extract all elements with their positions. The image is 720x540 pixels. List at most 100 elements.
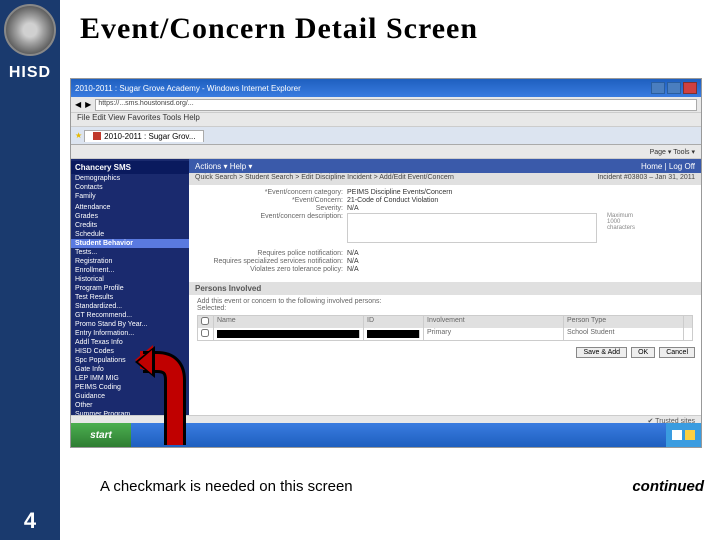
table-row[interactable]: Primary School Student (198, 328, 692, 340)
persons-instruction: Add this event or concern to the followi… (197, 298, 693, 305)
sidebar-item[interactable]: Entry Information... (71, 329, 189, 338)
sidebar-item[interactable]: PEIMS Coding (71, 383, 189, 392)
sidebar-item[interactable]: Promo Stand By Year... (71, 320, 189, 329)
start-button[interactable]: start (71, 423, 131, 447)
nav-fwd-icon[interactable]: ▶ (85, 100, 91, 109)
col-involvement: Involvement (424, 316, 564, 328)
slide-title: Event/Concern Detail Screen (80, 12, 700, 46)
nav-back-icon[interactable]: ◀ (75, 100, 81, 109)
sidebar-item[interactable]: Schedule (71, 230, 189, 239)
tray-icon[interactable] (672, 430, 682, 440)
select-all-checkbox[interactable] (201, 317, 209, 325)
tab-favicon-icon (93, 132, 101, 140)
sidebar-header: Chancery SMS (71, 161, 189, 174)
actions-menu[interactable]: Actions ▾ Help ▾ (195, 162, 252, 171)
cell-involvement: Primary (424, 328, 564, 340)
cell-type: School Student (564, 328, 684, 340)
sidebar-item[interactable]: Guidance (71, 392, 189, 401)
field-label: Requires specialized services notificati… (197, 258, 347, 265)
sidebar-item[interactable]: Spc Populations (71, 356, 189, 365)
row-checkbox[interactable] (201, 329, 209, 337)
continued-label: continued (632, 478, 704, 495)
window-title-text: 2010-2011 : Sugar Grove Academy - Window… (75, 84, 301, 93)
field-label: *Event/Concern: (197, 197, 347, 204)
org-label: HISD (0, 64, 60, 82)
sidebar-item[interactable]: Attendance (71, 203, 189, 212)
sidebar-item[interactable]: Registration (71, 257, 189, 266)
sidebar-item[interactable]: Tests... (71, 248, 189, 257)
page-tools[interactable]: Page ▾ Tools ▾ (650, 148, 695, 156)
maximize-button[interactable] (667, 82, 681, 94)
app-toolbar: Actions ▾ Help ▾ Home | Log Off (189, 159, 701, 173)
persons-header: Persons Involved (189, 282, 701, 295)
description-textarea[interactable] (347, 213, 597, 243)
minimize-button[interactable] (651, 82, 665, 94)
table-header: Name ID Involvement Person Type (198, 316, 692, 328)
breadcrumb[interactable]: Quick Search > Student Search > Edit Dis… (195, 174, 454, 184)
field-value: N/A (347, 266, 359, 273)
home-logoff[interactable]: Home | Log Off (641, 162, 695, 171)
sidebar-item[interactable]: Addl Texas Info (71, 338, 189, 347)
slide-sidebar: HISD 4 (0, 0, 60, 540)
col-type: Person Type (564, 316, 684, 328)
col-checkbox (198, 316, 214, 328)
persons-selected: Selected: (197, 305, 693, 312)
incident-id: Incident #03803 – Jan 31, 2011 (597, 174, 695, 184)
app-sidebar: Chancery SMS Demographics Contacts Famil… (71, 159, 189, 415)
sidebar-item[interactable]: Grades (71, 212, 189, 221)
sidebar-item[interactable]: Credits (71, 221, 189, 230)
sidebar-item[interactable]: Contacts (71, 183, 189, 192)
redacted-id (367, 330, 420, 338)
field-value: 21-Code of Conduct Violation (347, 197, 438, 204)
sidebar-item[interactable]: Test Results (71, 293, 189, 302)
app-main: Actions ▾ Help ▾ Home | Log Off Quick Se… (189, 159, 701, 415)
redacted-name (217, 330, 360, 338)
browser-tab[interactable]: 2010-2011 : Sugar Grov... (84, 130, 204, 142)
field-value: PEIMS Discipline Events/Concern (347, 189, 452, 196)
sidebar-item[interactable]: Program Profile (71, 284, 189, 293)
field-label: Violates zero tolerance policy: (197, 266, 347, 273)
field-value: N/A (347, 205, 359, 212)
col-name: Name (214, 316, 364, 328)
char-hint: Maximum 1000 characters (607, 213, 635, 231)
save-add-button[interactable]: Save & Add (576, 347, 627, 358)
sidebar-item[interactable]: GT Recommend... (71, 311, 189, 320)
cancel-button[interactable]: Cancel (659, 347, 695, 358)
slide-caption: A checkmark is needed on this screen (100, 478, 353, 495)
sidebar-item[interactable]: Summer Program (71, 410, 189, 415)
field-label: Requires police notification: (197, 250, 347, 257)
button-row: Save & Add OK Cancel (189, 344, 701, 361)
sidebar-item[interactable]: Other (71, 401, 189, 410)
field-value: N/A (347, 258, 359, 265)
ok-button[interactable]: OK (631, 347, 655, 358)
col-id: ID (364, 316, 424, 328)
sidebar-item[interactable]: Family (71, 192, 189, 201)
field-label: Event/concern description: (197, 213, 347, 243)
screenshot-embed: 2010-2011 : Sugar Grove Academy - Window… (70, 78, 702, 448)
window-buttons (651, 82, 697, 94)
sidebar-item[interactable]: LEP IMM MIG (71, 374, 189, 383)
favorites-star-icon[interactable]: ★ (75, 131, 82, 140)
sidebar-item-selected[interactable]: Student Behavior (71, 239, 189, 248)
sidebar-item[interactable]: HISD Codes (71, 347, 189, 356)
sidebar-item[interactable]: Historical (71, 275, 189, 284)
address-field[interactable]: https://...sms.houstonisd.org/... (95, 99, 697, 111)
sidebar-item[interactable]: Demographics (71, 174, 189, 183)
persons-table: Name ID Involvement Person Type Primary … (197, 315, 693, 341)
windows-taskbar: start (71, 423, 701, 447)
sidebar-item[interactable]: Enrollment... (71, 266, 189, 275)
hisd-logo (4, 4, 56, 56)
breadcrumb-row: Quick Search > Student Search > Edit Dis… (189, 173, 701, 185)
form-fields: *Event/concern category:PEIMS Discipline… (189, 185, 701, 278)
tab-strip: ★ 2010-2011 : Sugar Grov... (71, 127, 701, 145)
field-label: Severity: (197, 205, 347, 212)
tray-icon[interactable] (685, 430, 695, 440)
favorites-bar: Page ▾ Tools ▾ (71, 145, 701, 159)
close-button[interactable] (683, 82, 697, 94)
sidebar-item[interactable]: Standardized... (71, 302, 189, 311)
browser-menu[interactable]: File Edit View Favorites Tools Help (71, 113, 701, 127)
page-number: 4 (0, 508, 60, 534)
persons-body: Add this event or concern to the followi… (189, 295, 701, 344)
system-tray[interactable] (666, 423, 701, 447)
sidebar-item[interactable]: Gate Info (71, 365, 189, 374)
